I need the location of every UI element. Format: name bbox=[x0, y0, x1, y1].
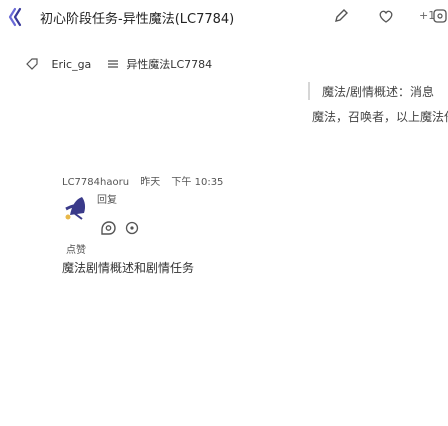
avatar[interactable] bbox=[60, 189, 96, 225]
quote-text-line-1: 魔法/剧情概述：消息 bbox=[322, 85, 435, 99]
more-options-icon[interactable] bbox=[124, 220, 140, 236]
tag-icon bbox=[26, 58, 38, 70]
like-icon[interactable] bbox=[378, 8, 394, 24]
pen-icon[interactable] bbox=[333, 8, 349, 24]
post-meta: Eric_ga 异性魔法LC7784 bbox=[26, 56, 212, 72]
quote-divider bbox=[308, 82, 310, 100]
author-name[interactable]: Eric_ga bbox=[52, 58, 92, 71]
comment-date: 昨天 bbox=[140, 177, 161, 188]
list-icon bbox=[107, 60, 118, 68]
comment-meta: LC7784haoru 昨天 下午 10:35 bbox=[62, 173, 231, 188]
like-label: 点赞 bbox=[66, 245, 86, 256]
comment-text: 魔法剧情概述和剧情任务 bbox=[62, 261, 195, 275]
comment-time: 下午 10:35 bbox=[171, 177, 224, 188]
reply-icon[interactable] bbox=[98, 218, 118, 238]
page-title: 初心阶段任务-异性魔法(LC7784) bbox=[40, 12, 235, 27]
header-bar: 初心阶段任务-异性魔法(LC7784) +1 bbox=[0, 0, 448, 32]
board-name[interactable]: 异性魔法LC7784 bbox=[126, 58, 212, 71]
quote-text-line-2: 魔法，召唤者，以上魔法任务 bbox=[312, 110, 448, 124]
reply-label: 回复 bbox=[97, 195, 117, 206]
comment-author[interactable]: LC7784haoru bbox=[62, 177, 129, 188]
back-arrow-icon[interactable] bbox=[8, 6, 30, 28]
more-icon[interactable] bbox=[432, 8, 448, 24]
